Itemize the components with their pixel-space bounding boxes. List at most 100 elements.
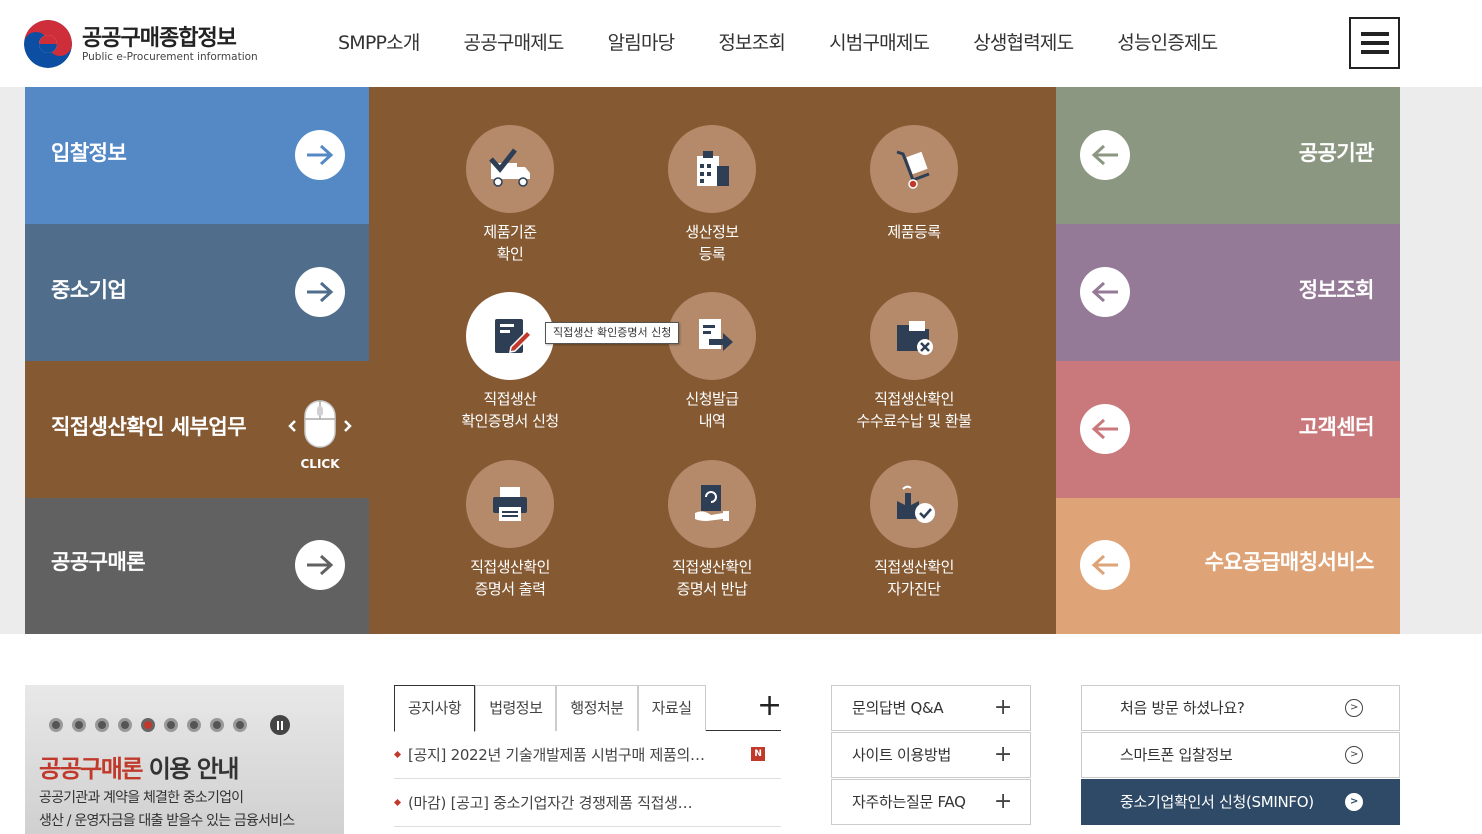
service-label-line1: 생산정보 [685, 223, 739, 241]
service-label-line2: 내역 [698, 412, 726, 430]
nav-performance-cert[interactable]: 성능인증제도 [1117, 28, 1218, 55]
tab-notice[interactable]: 공지사항 [394, 685, 476, 732]
quick-links: 처음 방문 하셨나요? > 스마트폰 입찰정보 > 중소기업확인서 신청(SMINF… [1081, 685, 1400, 826]
header: 공공구매종합정보 Public e-Procurement informatio… [0, 0, 1482, 87]
panel-bid-info[interactable]: 입찰정보 [25, 87, 369, 224]
pager-dot-active[interactable] [141, 718, 155, 732]
faq-label: 문의답변 Q&A [852, 699, 944, 717]
service-label-line1: 제품등록 [887, 223, 941, 241]
faq-label: 자주하는질문 FAQ [852, 793, 966, 811]
nav-smpp-intro[interactable]: SMPP소개 [338, 28, 420, 55]
folder-cancel-icon [870, 292, 958, 380]
service-cert-print[interactable]: 직접생산확인 증명서 출력 [425, 460, 595, 600]
service-label: 직접생산확인 자가진단 [829, 556, 999, 600]
new-badge: N [751, 747, 765, 761]
arrow-left-icon[interactable] [1080, 267, 1130, 317]
banner-pager [49, 715, 290, 735]
click-label: CLICK [300, 457, 340, 471]
pager-dot[interactable] [72, 718, 86, 732]
service-cert-return[interactable]: 직접생산확인 증명서 반납 [627, 460, 797, 600]
faq-frequent[interactable]: 자주하는질문 FAQ + [831, 779, 1031, 825]
panel-direct-production[interactable]: 직접생산확인 세부업무 CLICK [25, 361, 369, 498]
more-plus-icon[interactable]: + [757, 691, 782, 721]
service-label: 신청발급내역 [627, 388, 797, 432]
news-item[interactable]: (마감) [공고] 중소기업자간 경쟁제품 직접생… [394, 779, 781, 827]
pause-bar [281, 720, 283, 730]
service-product-register[interactable]: 제품등록 [829, 125, 999, 243]
pager-dot[interactable] [118, 718, 132, 732]
arrow-right-icon[interactable] [295, 267, 345, 317]
service-label: 직접생산확인 수수료수납 및 환불 [829, 388, 999, 432]
service-label-line1: 직접생산 [483, 390, 537, 408]
pager-dot[interactable] [49, 718, 63, 732]
service-product-standard[interactable]: 제품기준 확인 [425, 125, 595, 265]
service-label: 생산정보등록 [627, 221, 797, 265]
arrow-right-icon[interactable] [295, 130, 345, 180]
banner-title-rest: 이용 안내 [141, 755, 240, 783]
arrow-right-icon[interactable] [295, 540, 345, 590]
panel-procurement-loan[interactable]: 공공구매론 [25, 498, 369, 634]
logo-title: 공공구매종합정보 [82, 26, 237, 51]
faq-site-guide[interactable]: 사이트 이용방법 + [831, 732, 1031, 778]
pager-dot[interactable] [164, 718, 178, 732]
panel-title: 정보조회 [1298, 278, 1375, 302]
service-label-line1: 직접생산확인 [874, 558, 954, 576]
service-label-line1: 직접생산확인 [672, 558, 752, 576]
panel-title: 공공기관 [1298, 141, 1375, 165]
service-issue-history[interactable]: 신청발급내역 [627, 292, 797, 432]
nav-notice[interactable]: 알림마당 [608, 28, 676, 55]
nav-pilot-purchase[interactable]: 시범구매제도 [829, 28, 930, 55]
quick-label: 스마트폰 입찰정보 [1120, 746, 1233, 764]
service-cert-apply[interactable]: 직접생산 확인증명서 신청 [425, 292, 595, 432]
arrow-left-icon[interactable] [1080, 404, 1130, 454]
pause-bar [277, 720, 279, 730]
quick-label: 처음 방문 하셨나요? [1120, 699, 1245, 717]
promo-banner[interactable]: 공공구매론 이용 안내 공공기관과 계약을 체결한 중소기업이 생산 / 운영자… [25, 685, 344, 834]
panel-customer-center[interactable]: 고객센터 [1056, 361, 1400, 498]
banner-title: 공공구매론 이용 안내 [39, 749, 240, 784]
panel-matching-service[interactable]: 수요공급매칭서비스 [1056, 498, 1400, 634]
panel-sme[interactable]: 중소기업 [25, 224, 369, 361]
quick-mobile-bid[interactable]: 스마트폰 입찰정보 > [1081, 732, 1400, 778]
taegeuk-logo-icon [24, 20, 72, 68]
pause-icon[interactable] [270, 715, 290, 735]
quick-sme-cert[interactable]: 중소기업확인서 신청(SMINFO) > [1081, 779, 1400, 825]
banner-description: 공공기관과 계약을 체결한 중소기업이 생산 / 운영자금을 대출 받을수 있는… [39, 787, 295, 833]
nav-cooperation[interactable]: 상생협력제도 [973, 28, 1074, 55]
news-item[interactable]: [공지] 2022년 기술개발제품 시범구매 제품의… N [394, 731, 781, 779]
building-clipboard-icon [668, 125, 756, 213]
panel-public-agency[interactable]: 공공기관 [1056, 87, 1400, 224]
service-label-line1: 신청발급 [685, 390, 739, 408]
tab-resources[interactable]: 자료실 [637, 685, 706, 731]
panel-title: 중소기업 [51, 278, 127, 302]
pager-dot[interactable] [210, 718, 224, 732]
arrow-left-icon[interactable] [1080, 540, 1130, 590]
service-label-line1: 직접생산확인 [874, 390, 954, 408]
pager-dot[interactable] [95, 718, 109, 732]
service-label: 직접생산 확인증명서 신청 [425, 388, 595, 432]
service-self-diagnosis[interactable]: 직접생산확인 자가진단 [829, 460, 999, 600]
nav-public-procurement-system[interactable]: 공공구매제도 [464, 28, 565, 55]
pager-dot[interactable] [187, 718, 201, 732]
document-pen-icon [466, 292, 554, 380]
banner-desc-line1: 공공기관과 계약을 체결한 중소기업이 [39, 790, 244, 806]
arrow-left-icon[interactable] [1080, 130, 1130, 180]
hand-truck-icon [870, 125, 958, 213]
hamburger-menu-button[interactable] [1349, 17, 1400, 69]
service-label-line2: 등록 [698, 245, 726, 263]
quick-first-visit[interactable]: 처음 방문 하셨나요? > [1081, 685, 1400, 731]
panel-title: 직접생산확인 세부업무 [51, 415, 247, 439]
service-label: 제품등록 [829, 221, 999, 243]
tab-admin-action[interactable]: 행정처분 [556, 685, 638, 731]
site-logo[interactable]: 공공구매종합정보 Public e-Procurement informatio… [24, 18, 264, 70]
panel-info-search[interactable]: 정보조회 [1056, 224, 1400, 361]
faq-qna[interactable]: 문의답변 Q&A + [831, 685, 1031, 731]
banner-title-highlight: 공공구매론 [39, 755, 143, 783]
service-production-info[interactable]: 생산정보등록 [627, 125, 797, 265]
banner-desc-line2: 생산 / 운영자금을 대출 받을수 있는 금융서비스 [39, 813, 295, 829]
nav-info-search[interactable]: 정보조회 [718, 28, 786, 55]
service-fee-refund[interactable]: 직접생산확인 수수료수납 및 환불 [829, 292, 999, 432]
pager-dot[interactable] [233, 718, 247, 732]
hamburger-icon [1360, 32, 1389, 36]
tab-law-info[interactable]: 법령정보 [475, 685, 557, 731]
